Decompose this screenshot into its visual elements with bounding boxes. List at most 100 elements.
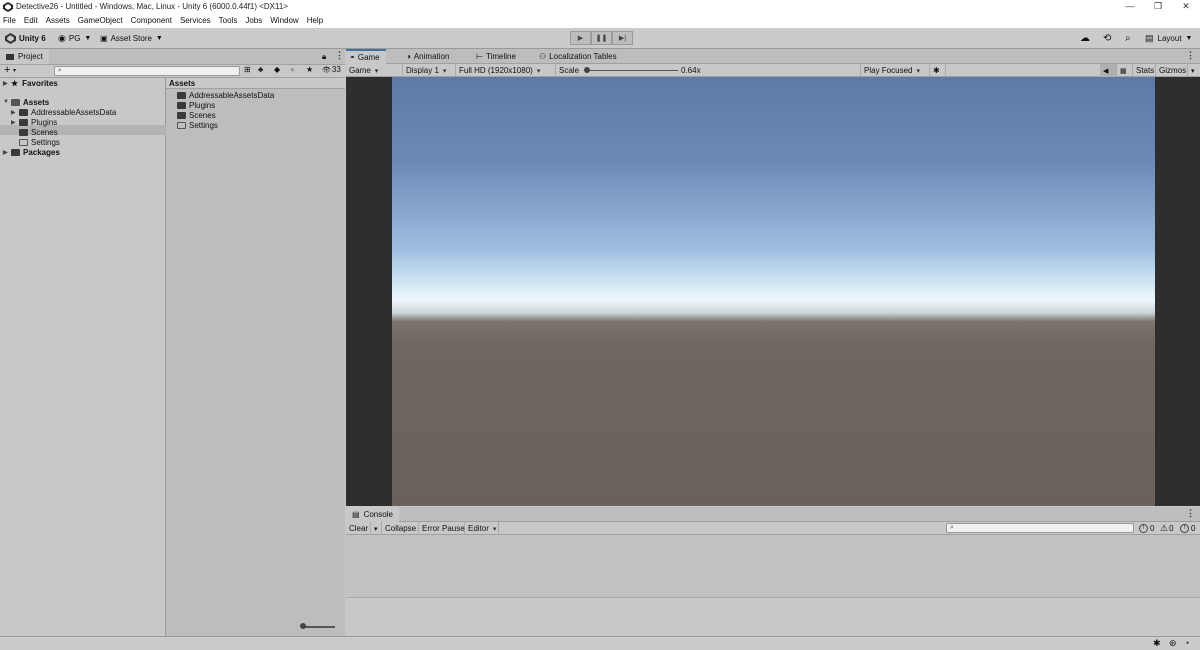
lock-icon[interactable]: 🔒︎: [322, 52, 326, 62]
tab-game[interactable]: ◓ Game: [346, 49, 386, 64]
step-icon[interactable]: ▶|: [612, 31, 633, 45]
search-icon[interactable]: ⌕: [1125, 31, 1131, 46]
menu-file[interactable]: File: [3, 16, 16, 25]
icon-size-slider-track[interactable]: [301, 626, 335, 628]
bug-icon[interactable]: ✱: [930, 64, 946, 77]
scale-slider-track[interactable]: [586, 70, 678, 71]
play-icon[interactable]: ▶: [570, 31, 591, 45]
menu-help[interactable]: Help: [307, 16, 323, 25]
list-item[interactable]: Scenes: [177, 110, 216, 120]
folder-icon: [19, 118, 28, 126]
folder-icon: [177, 111, 186, 119]
chevron-down-icon[interactable]: ▾: [371, 522, 382, 535]
display-dropdown[interactable]: Display 1: [403, 64, 456, 77]
play-focus-dropdown[interactable]: Play Focused: [860, 64, 930, 77]
folder-icon: [177, 91, 186, 99]
list-item[interactable]: Settings: [177, 120, 218, 130]
expand-arrow-icon[interactable]: ▶: [11, 109, 19, 116]
minimize-button[interactable]: —: [1116, 0, 1144, 13]
project-panel: Project 🔒︎ ⋮ + ▾ ⌕ ⊞ ♣ ◆ ● ★ 👁︎ 33 ▶ ★ F…: [0, 49, 345, 636]
menu-assets[interactable]: Assets: [46, 16, 70, 25]
tab-game-label: Game: [357, 53, 380, 62]
game-render[interactable]: [392, 77, 1155, 506]
expand-arrow-icon[interactable]: ▶: [11, 119, 19, 126]
collapse-arrow-icon[interactable]: ▼: [3, 99, 11, 105]
unity-version-button[interactable]: Unity 6: [5, 31, 46, 46]
tag-icon[interactable]: ◆: [274, 65, 280, 74]
close-button[interactable]: ✕: [1172, 0, 1200, 13]
icon-size-slider-handle[interactable]: [300, 623, 306, 629]
tab-project[interactable]: Project: [0, 49, 49, 64]
status-bar: ✱ ⊛ ◔: [0, 636, 1200, 650]
error-pause-button[interactable]: Error Pause: [419, 522, 465, 535]
progress-icon[interactable]: ◔: [1184, 638, 1189, 648]
error-count-toggle[interactable]: ! 0: [1180, 523, 1195, 534]
menu-tools[interactable]: Tools: [219, 16, 238, 25]
hidden-packages-toggle[interactable]: 👁︎ 33: [322, 65, 341, 74]
tab-localization-label: Localization Tables: [549, 52, 617, 61]
mute-audio-icon[interactable]: ◀︎: [1100, 64, 1117, 77]
debug-icon[interactable]: ✱: [1153, 638, 1161, 649]
account-button[interactable]: ◉ PG ▼: [58, 31, 91, 46]
search-by-type-icon[interactable]: ⊞: [244, 65, 251, 74]
expand-arrow-icon[interactable]: ▶: [3, 149, 11, 156]
layout-dropdown[interactable]: ▤ Layout ▼: [1145, 31, 1192, 46]
create-plus-icon[interactable]: +: [4, 64, 10, 76]
tree-item-scenes[interactable]: Scenes: [19, 127, 58, 137]
tree-item-assets[interactable]: ▼ Assets: [3, 97, 49, 107]
assets-breadcrumb[interactable]: Assets: [166, 78, 345, 89]
expand-arrow-icon[interactable]: ▶: [3, 80, 11, 87]
console-log-list[interactable]: [346, 535, 1200, 598]
menu-gameobject[interactable]: GameObject: [78, 16, 123, 25]
console-search-input[interactable]: ⌕: [946, 523, 1134, 533]
filter-icon[interactable]: ●: [290, 65, 295, 74]
collapse-button[interactable]: Collapse: [382, 522, 419, 535]
chevron-down-icon[interactable]: ▾: [1188, 64, 1200, 77]
more-options-icon[interactable]: ⋮: [335, 50, 344, 61]
menu-services[interactable]: Services: [180, 16, 211, 25]
chevron-down-icon[interactable]: ▾: [13, 67, 16, 74]
tree-item-plugins[interactable]: ▶ Plugins: [11, 117, 57, 127]
tree-item-settings[interactable]: Settings: [19, 137, 60, 147]
tree-item-favorites[interactable]: ▶ ★ Favorites: [3, 78, 58, 88]
history-icon[interactable]: ⟲: [1103, 31, 1111, 46]
maximize-button[interactable]: ❐: [1144, 0, 1172, 13]
pause-icon[interactable]: ❚❚: [591, 31, 612, 45]
playback-controls: ▶ ❚❚ ▶|: [570, 31, 633, 45]
tab-console[interactable]: ▤ Console: [346, 507, 399, 522]
console-detail-pane[interactable]: [346, 598, 1200, 636]
network-icon[interactable]: ⊛: [1169, 638, 1177, 649]
tab-timeline[interactable]: ⊢ Timeline: [476, 49, 516, 64]
shortcuts-icon[interactable]: ▦: [1117, 64, 1133, 77]
tree-item-addressableassetsdata[interactable]: ▶ AddressableAssetsData: [11, 107, 116, 117]
tab-localization-tables[interactable]: ⚇ Localization Tables: [539, 49, 617, 64]
menu-edit[interactable]: Edit: [24, 16, 38, 25]
stats-button[interactable]: Stats: [1133, 64, 1156, 77]
cloud-icon[interactable]: ☁: [1080, 31, 1090, 46]
more-options-icon[interactable]: ⋮: [1186, 508, 1195, 519]
search-by-label-icon[interactable]: ♣: [258, 65, 263, 74]
tree-item-packages[interactable]: ▶ Packages: [3, 147, 60, 157]
hidden-count: 33: [331, 65, 341, 74]
menu-window[interactable]: Window: [270, 16, 298, 25]
menu-jobs[interactable]: Jobs: [245, 16, 262, 25]
list-item[interactable]: Plugins: [177, 100, 215, 110]
project-header: Project 🔒︎ ⋮: [0, 49, 345, 65]
warning-count-toggle[interactable]: ⚠ 0: [1160, 523, 1174, 534]
gizmos-button[interactable]: Gizmos: [1156, 64, 1188, 77]
unity-logo-icon: [3, 1, 13, 12]
menu-component[interactable]: Component: [131, 16, 172, 25]
clear-button[interactable]: Clear: [346, 522, 371, 535]
resolution-dropdown[interactable]: Full HD (1920x1080): [456, 64, 556, 77]
info-count-toggle[interactable]: ! 0: [1139, 523, 1154, 534]
scale-slider-handle[interactable]: [584, 67, 590, 73]
project-search-input[interactable]: ⌕: [54, 66, 240, 76]
list-item[interactable]: AddressableAssetsData: [177, 90, 274, 100]
asset-store-button[interactable]: ▣ Asset Store ▼: [100, 31, 163, 46]
game-mode-dropdown[interactable]: Game: [346, 64, 403, 77]
tab-animation[interactable]: ◑ Animation: [406, 49, 449, 64]
game-viewport[interactable]: [346, 77, 1200, 506]
favorite-star-icon[interactable]: ★: [306, 65, 313, 74]
editor-target-dropdown[interactable]: Editor: [465, 522, 499, 535]
more-options-icon[interactable]: ⋮: [1186, 50, 1195, 61]
